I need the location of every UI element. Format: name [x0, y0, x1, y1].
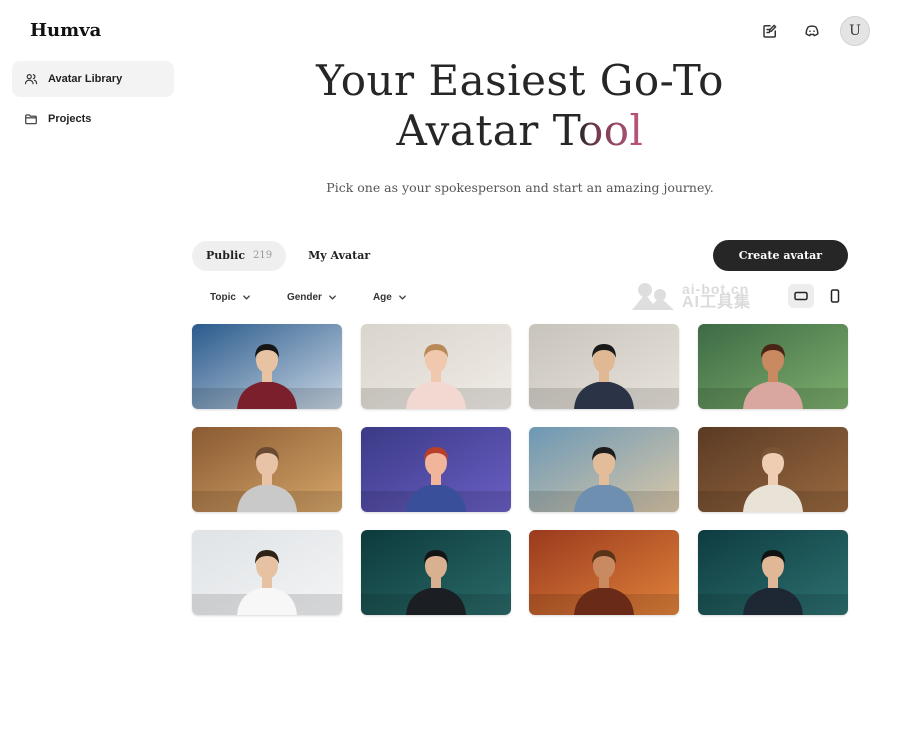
filter-label: Topic	[210, 291, 236, 303]
filter-label: Gender	[286, 291, 322, 303]
title-line-2: Avatar T	[396, 106, 578, 155]
folder-icon	[25, 114, 37, 125]
edit-note-icon	[763, 24, 777, 38]
avatar-thumbnail	[192, 427, 342, 512]
avatar-card[interactable]	[360, 427, 511, 512]
filter-topic[interactable]: Topic	[192, 292, 269, 303]
view-toggle	[788, 284, 848, 308]
landscape-view-button[interactable]	[788, 284, 814, 308]
edit-note-button[interactable]	[756, 17, 784, 45]
tab-public[interactable]: Public 219	[192, 240, 287, 271]
tab-label: Public	[206, 249, 246, 262]
avatar-thumbnail	[697, 530, 848, 615]
avatar-card[interactable]	[529, 530, 680, 615]
user-avatar[interactable]: U	[840, 16, 870, 46]
avatar-thumbnail	[360, 427, 511, 512]
header-actions: U	[756, 16, 870, 46]
watermark-logo-icon	[632, 283, 674, 310]
discord-icon	[805, 25, 819, 37]
filter-gender[interactable]: Gender	[269, 292, 355, 303]
avatar-thumbnail	[697, 427, 848, 512]
avatar-thumbnail	[192, 530, 342, 615]
avatar-card[interactable]	[360, 324, 511, 409]
page-title: Your Easiest Go-To Avatar Tool	[190, 56, 850, 156]
avatar-thumbnail	[360, 530, 511, 615]
avatar-thumbnail	[697, 324, 848, 409]
avatar-card[interactable]	[192, 427, 342, 512]
filter-label: Age	[372, 291, 392, 303]
chevron-down-icon	[243, 294, 250, 300]
avatar-card[interactable]	[529, 324, 680, 409]
avatar-card[interactable]	[192, 324, 342, 409]
create-avatar-button[interactable]: Create avatar	[712, 240, 848, 271]
avatar-thumbnail	[529, 427, 680, 512]
users-icon	[24, 74, 38, 85]
watermark-line-2: AI工具集	[682, 294, 752, 311]
page-subtitle: Pick one as your spokesperson and start …	[326, 180, 714, 195]
sidebar-item-label: Projects	[48, 113, 92, 125]
landscape-view-icon	[794, 291, 808, 301]
tab-count: 219	[253, 250, 273, 261]
chevron-down-icon	[398, 294, 406, 300]
avatar-thumbnail	[529, 530, 680, 615]
library-tabs: Public 219 My Avatar Create avatar	[192, 240, 848, 271]
sidebar-item-avatar-library[interactable]: Avatar Library	[12, 61, 174, 97]
app-logo[interactable]: Humva	[30, 20, 101, 41]
title-accent: ool	[577, 106, 644, 155]
avatar-card[interactable]	[697, 324, 848, 409]
title-line-1: Your Easiest Go-To	[316, 56, 724, 105]
chevron-down-icon	[329, 294, 336, 300]
discord-button[interactable]	[798, 17, 826, 45]
avatar-card[interactable]	[697, 530, 848, 615]
avatar-card[interactable]	[192, 530, 342, 615]
hero: Your Easiest Go-To Avatar Tool Pick one …	[190, 56, 850, 195]
portrait-view-button[interactable]	[822, 284, 848, 308]
avatar-thumbnail	[360, 324, 511, 409]
sidebar: Avatar Library Projects	[12, 61, 174, 141]
portrait-view-icon	[830, 289, 840, 303]
sidebar-item-projects[interactable]: Projects	[12, 101, 174, 137]
tab-my-avatar[interactable]: My Avatar	[294, 241, 384, 271]
avatar-thumbnail	[192, 324, 342, 409]
avatar-thumbnail	[529, 324, 680, 409]
watermark: ai-bot.cn AI工具集	[630, 280, 751, 312]
sidebar-item-label: Avatar Library	[48, 73, 123, 85]
tab-label: My Avatar	[308, 249, 371, 262]
avatar-grid	[192, 324, 848, 615]
filter-age[interactable]: Age	[355, 292, 425, 303]
avatar-card[interactable]	[360, 530, 511, 615]
avatar-card[interactable]	[697, 427, 848, 512]
avatar-card[interactable]	[529, 427, 680, 512]
